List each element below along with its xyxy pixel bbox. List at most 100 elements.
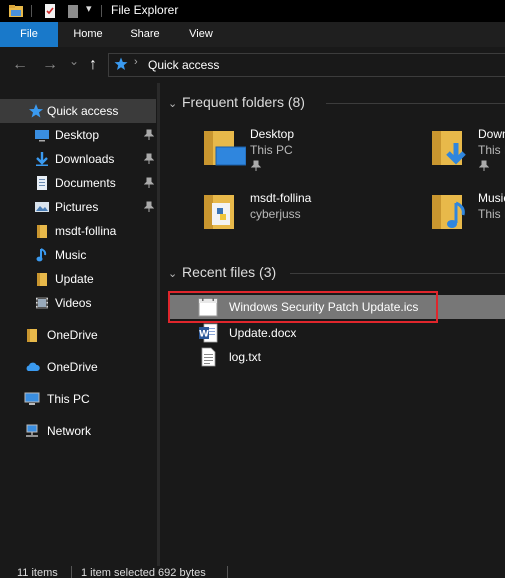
- network-icon: [26, 424, 38, 437]
- downloads-folder-icon: [432, 131, 466, 165]
- sidebar-item-documents[interactable]: Documents: [0, 171, 156, 195]
- up-button[interactable]: ↑: [89, 56, 97, 74]
- sidebar-item-videos[interactable]: Videos: [0, 291, 156, 315]
- tile-location: This P: [478, 143, 505, 157]
- sidebar-item-onedrive-folder[interactable]: OneDrive: [0, 323, 156, 347]
- tab-file[interactable]: File: [0, 22, 58, 47]
- folder-icon: [37, 225, 47, 238]
- file-explorer-icon[interactable]: [8, 3, 24, 19]
- text-file-icon: [201, 347, 216, 367]
- python-folder-icon: [204, 195, 234, 229]
- computer-icon: [24, 392, 40, 405]
- tab-view[interactable]: View: [176, 22, 226, 47]
- tab-home[interactable]: Home: [62, 22, 114, 47]
- sidebar-item-label: This PC: [47, 392, 90, 406]
- chevron-down-icon: ⌄: [168, 98, 178, 110]
- sidebar-item-label: Desktop: [55, 128, 100, 142]
- documents-icon: [37, 176, 47, 190]
- tile-location: This P: [478, 207, 505, 221]
- breadcrumb-separator[interactable]: ›: [134, 56, 138, 68]
- sidebar-item-label: OneDrive: [47, 328, 98, 342]
- group-divider: [290, 273, 505, 274]
- desktop-icon: [35, 130, 49, 142]
- file-name: Update.docx: [229, 326, 297, 340]
- sidebar-item-quick-access[interactable]: Quick access: [0, 99, 156, 123]
- sidebar-item-label: Downloads: [55, 152, 115, 166]
- customize-quick-access-icon[interactable]: ▾: [86, 2, 92, 15]
- star-icon: [29, 104, 43, 118]
- pin-icon: [144, 177, 154, 188]
- sidebar-item-downloads[interactable]: Downloads: [0, 147, 156, 171]
- recent-file-row[interactable]: log.txt: [170, 345, 505, 369]
- tile-location: cyberjuss: [250, 207, 301, 221]
- tile-msdt-follina[interactable]: msdt-follina cyberjuss: [202, 191, 372, 247]
- tile-name: Down: [478, 127, 505, 141]
- pictures-icon: [35, 202, 49, 212]
- music-folder-icon: [432, 195, 465, 229]
- sidebar-item-msdt-follina[interactable]: msdt-follina: [0, 219, 156, 243]
- tab-share[interactable]: Share: [120, 22, 170, 47]
- sidebar-item-label: Music: [55, 248, 87, 262]
- navigation-pane: Quick access Desktop Downloads Documents…: [0, 83, 160, 566]
- pin-icon: [144, 129, 154, 140]
- recent-file-row[interactable]: W Update.docx: [170, 321, 505, 345]
- titlebar-separator: [31, 5, 32, 17]
- pin-icon: [251, 160, 261, 171]
- folder-icon: [37, 273, 47, 286]
- sidebar-item-label: Network: [47, 424, 92, 438]
- back-button[interactable]: ←: [12, 56, 28, 74]
- recent-files-header[interactable]: ⌄ Recent files (3): [168, 264, 276, 280]
- sidebar-item-label: OneDrive: [47, 360, 98, 374]
- svg-text:W: W: [199, 330, 209, 340]
- tile-location: This PC: [250, 143, 293, 157]
- item-count: 11 items: [17, 567, 58, 578]
- tile-name: Desktop: [250, 127, 295, 141]
- status-separator: [227, 566, 228, 578]
- breadcrumb-quick-access[interactable]: Quick access: [148, 58, 219, 72]
- sidebar-item-music[interactable]: Music: [0, 243, 156, 267]
- titlebar-separator: [101, 5, 102, 17]
- group-title: Frequent folders (8): [182, 94, 305, 110]
- forward-button[interactable]: →: [42, 56, 58, 74]
- content-pane: ⌄ Frequent folders (8) Desktop This PC Do…: [160, 83, 505, 566]
- status-bar: 11 items 1 item selected 692 bytes: [0, 566, 505, 578]
- recent-locations-button[interactable]: ⌄: [69, 54, 79, 68]
- tile-name: msdt-follina: [250, 191, 312, 205]
- properties-icon[interactable]: [42, 3, 58, 19]
- ribbon-tabs: File Home Share View: [0, 22, 505, 47]
- desktop-folder-icon: [204, 131, 246, 166]
- sidebar-item-update[interactable]: Update: [0, 267, 156, 291]
- sidebar-item-onedrive[interactable]: OneDrive: [0, 355, 156, 379]
- folder-icon: [27, 329, 37, 342]
- title-bar: ▾ File Explorer: [0, 0, 505, 22]
- frequent-folders-header[interactable]: ⌄ Frequent folders (8): [168, 94, 305, 110]
- pin-icon: [144, 201, 154, 212]
- tile-name: Music: [478, 191, 505, 205]
- music-icon: [36, 248, 47, 262]
- sidebar-item-label: msdt-follina: [55, 224, 117, 238]
- group-divider: [326, 103, 505, 104]
- window-title: File Explorer: [111, 3, 179, 17]
- status-separator: [71, 566, 72, 578]
- sidebar-item-desktop[interactable]: Desktop: [0, 123, 156, 147]
- download-icon: [36, 152, 48, 166]
- tile-desktop[interactable]: Desktop This PC: [202, 127, 372, 183]
- address-bar[interactable]: › Quick access: [108, 53, 505, 77]
- tile-downloads[interactable]: Down This P: [430, 127, 505, 183]
- group-title: Recent files (3): [182, 264, 277, 280]
- new-folder-icon[interactable]: [65, 3, 81, 19]
- file-name: log.txt: [229, 350, 262, 364]
- word-file-icon: W: [199, 323, 218, 343]
- sidebar-item-this-pc[interactable]: This PC: [0, 387, 156, 411]
- sidebar-item-label: Documents: [55, 176, 116, 190]
- sidebar-item-label: Update: [55, 272, 94, 286]
- sidebar-item-label: Videos: [55, 296, 92, 310]
- selection-info: 1 item selected 692 bytes: [81, 567, 206, 578]
- selection-highlight-box: [168, 291, 438, 323]
- sidebar-item-pictures[interactable]: Pictures: [0, 195, 156, 219]
- pin-icon: [479, 160, 489, 171]
- pin-icon: [144, 153, 154, 164]
- sidebar-item-network[interactable]: Network: [0, 419, 156, 443]
- tile-music[interactable]: Music This P: [430, 191, 505, 247]
- navigation-bar: ← → ⌄ ↑ › Quick access: [0, 47, 505, 83]
